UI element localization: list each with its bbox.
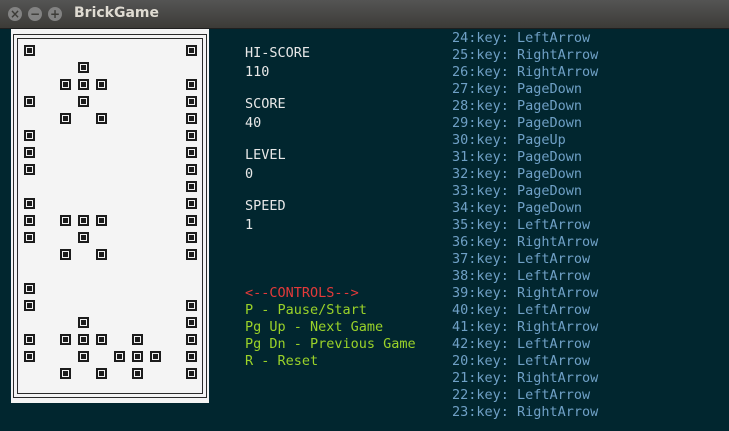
brick: [96, 334, 107, 345]
brick: [24, 215, 35, 226]
close-icon[interactable]: ×: [8, 7, 22, 21]
window-title: BrickGame: [74, 5, 160, 21]
brick: [24, 283, 35, 294]
brick: [78, 334, 89, 345]
brick: [186, 232, 197, 243]
board-outer-frame: [13, 34, 207, 398]
brick: [78, 232, 89, 243]
log-line: 31:key: PageDown: [452, 149, 583, 165]
brick: [96, 368, 107, 379]
brick: [60, 79, 71, 90]
brick: [24, 96, 35, 107]
log-line: 20:key: LeftArrow: [452, 353, 591, 369]
brick: [24, 351, 35, 362]
controls-header: <--CONTROLS-->: [245, 285, 359, 301]
brick: [186, 164, 197, 175]
brick: [186, 368, 197, 379]
brick: [186, 351, 197, 362]
hiscore-value: 110: [245, 64, 270, 80]
game-board: [11, 29, 209, 403]
brick: [78, 351, 89, 362]
brick: [186, 113, 197, 124]
brick: [186, 317, 197, 328]
log-line: 33:key: PageDown: [452, 183, 583, 199]
brick: [24, 130, 35, 141]
control-line: Pg Dn - Previous Game: [245, 336, 416, 352]
brick: [60, 215, 71, 226]
log-line: 36:key: RightArrow: [452, 234, 599, 250]
log-line: 22:key: LeftArrow: [452, 387, 591, 403]
brick: [24, 164, 35, 175]
brick: [132, 368, 143, 379]
log-line: 28:key: PageDown: [452, 98, 583, 114]
brick: [186, 79, 197, 90]
control-line: Pg Up - Next Game: [245, 319, 384, 335]
brick: [78, 62, 89, 73]
log-line: 21:key: RightArrow: [452, 370, 599, 386]
log-line: 29:key: PageDown: [452, 115, 583, 131]
brick: [78, 96, 89, 107]
brick: [186, 45, 197, 56]
brick: [24, 334, 35, 345]
brick: [132, 334, 143, 345]
brick: [60, 249, 71, 260]
brick: [24, 198, 35, 209]
brick: [60, 368, 71, 379]
brick: [96, 249, 107, 260]
log-line: 42:key: LeftArrow: [452, 336, 591, 352]
brick: [186, 215, 197, 226]
log-line: 37:key: LeftArrow: [452, 251, 591, 267]
brick: [186, 130, 197, 141]
log-line: 23:key: RightArrow: [452, 404, 599, 420]
title-bar: × − + BrickGame: [0, 0, 729, 29]
log-line: 25:key: RightArrow: [452, 47, 599, 63]
brick: [24, 300, 35, 311]
brick: [186, 198, 197, 209]
log-line: 38:key: LeftArrow: [452, 268, 591, 284]
log-line: 41:key: RightArrow: [452, 319, 599, 335]
brick: [186, 181, 197, 192]
log-line: 24:key: LeftArrow: [452, 30, 591, 46]
brick: [24, 232, 35, 243]
brick: [186, 147, 197, 158]
brick: [78, 79, 89, 90]
brick: [78, 215, 89, 226]
control-line: R - Reset: [245, 353, 319, 369]
board-inner-frame: [17, 38, 203, 394]
log-line: 40:key: LeftArrow: [452, 302, 591, 318]
brick: [96, 215, 107, 226]
brick: [114, 351, 125, 362]
brick: [132, 351, 143, 362]
brick: [150, 351, 161, 362]
log-line: 35:key: LeftArrow: [452, 217, 591, 233]
brick: [96, 113, 107, 124]
minimize-icon[interactable]: −: [28, 7, 42, 21]
level-label: LEVEL: [245, 147, 286, 163]
log-line: 30:key: PageUp: [452, 132, 566, 148]
brick: [24, 147, 35, 158]
log-line: 26:key: RightArrow: [452, 64, 599, 80]
hiscore-label: HI-SCORE: [245, 45, 311, 61]
speed-value: 1: [245, 217, 254, 233]
maximize-icon[interactable]: +: [48, 7, 62, 21]
brick: [60, 334, 71, 345]
score-label: SCORE: [245, 96, 286, 112]
speed-label: SPEED: [245, 198, 286, 214]
brick: [96, 79, 107, 90]
brick: [186, 334, 197, 345]
brick: [78, 317, 89, 328]
brick: [186, 300, 197, 311]
level-value: 0: [245, 166, 254, 182]
brick: [24, 45, 35, 56]
score-value: 40: [245, 115, 262, 131]
control-line: P - Pause/Start: [245, 302, 367, 318]
brick: [186, 249, 197, 260]
brick: [60, 113, 71, 124]
log-line: 27:key: PageDown: [452, 81, 583, 97]
log-line: 32:key: PageDown: [452, 166, 583, 182]
log-line: 34:key: PageDown: [452, 200, 583, 216]
log-line: 39:key: RightArrow: [452, 285, 599, 301]
brick: [186, 96, 197, 107]
